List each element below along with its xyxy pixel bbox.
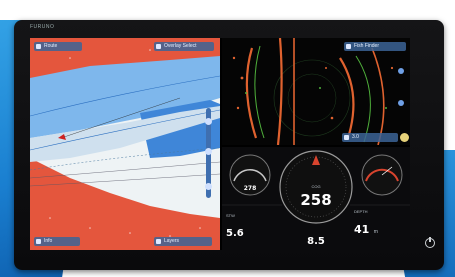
gain-icon [344, 135, 349, 140]
layers-button[interactable]: Layers [154, 237, 212, 246]
depth-readout: 41 m [354, 220, 406, 238]
depth-box: DEPTH 41 m [354, 209, 406, 238]
speed-b-box: 8.5 [298, 231, 334, 249]
fish-finder-button[interactable]: Fish Finder [344, 42, 406, 51]
route-button[interactable]: Route [34, 42, 82, 51]
compass-gauge: 258 [292, 191, 340, 210]
layers-icon [156, 239, 161, 244]
sonar-marker-icon[interactable] [398, 100, 404, 106]
overlay-select-label: Overlay Select [164, 43, 197, 49]
instrument-pane[interactable]: 278 258 COG STW 5.6 8.5 DEPTH 41 m [222, 147, 410, 250]
compass-label-box: COG [308, 175, 324, 193]
layers-icon [156, 44, 161, 49]
gain-button[interactable]: 3.0 [342, 133, 398, 142]
zoom-in-icon[interactable] [205, 118, 212, 125]
speed-b-value: 8.5 [307, 236, 325, 247]
chart-pane[interactable]: Route Overlay Select Info Layers [30, 38, 220, 250]
route-icon [36, 44, 41, 49]
power-icon[interactable] [425, 237, 435, 248]
heading-gauge: 278 [240, 177, 260, 195]
fish-icon [346, 44, 351, 49]
display-screen: Route Overlay Select Info Layers Fish Fi… [30, 38, 410, 250]
sonar-marker-icon[interactable] [398, 68, 404, 74]
info-button[interactable]: Info [34, 237, 80, 246]
depth-unit: m [373, 229, 378, 235]
cog-label: COG [311, 184, 321, 189]
settings-icon[interactable] [400, 133, 409, 142]
fish-finder-label: Fish Finder [354, 43, 380, 49]
range-scale-slider[interactable] [205, 108, 212, 198]
zoom-out-icon[interactable] [205, 183, 212, 190]
stw-label: STW [226, 213, 235, 218]
layers-button-label: Layers [164, 238, 180, 244]
stw-box: STW 5.6 [226, 213, 276, 239]
speed-a-value: 5.6 [226, 228, 244, 239]
heading-value: 278 [243, 185, 257, 192]
range-knob[interactable] [205, 148, 212, 155]
nautical-chart [30, 38, 220, 250]
compass-value: 258 [300, 191, 332, 209]
sonar-pane[interactable]: Fish Finder 3.0 [222, 38, 410, 145]
overlay-select-button[interactable]: Overlay Select [154, 42, 214, 51]
depth-label: DEPTH [354, 209, 368, 214]
info-button-label: Info [44, 238, 53, 244]
route-button-label: Route [44, 43, 58, 49]
brand-text: FURUNO [30, 24, 55, 30]
depth-value: 41 [354, 223, 370, 236]
info-icon [36, 239, 41, 244]
sonar-echo-display [222, 38, 410, 145]
gain-value: 3.0 [352, 134, 359, 140]
